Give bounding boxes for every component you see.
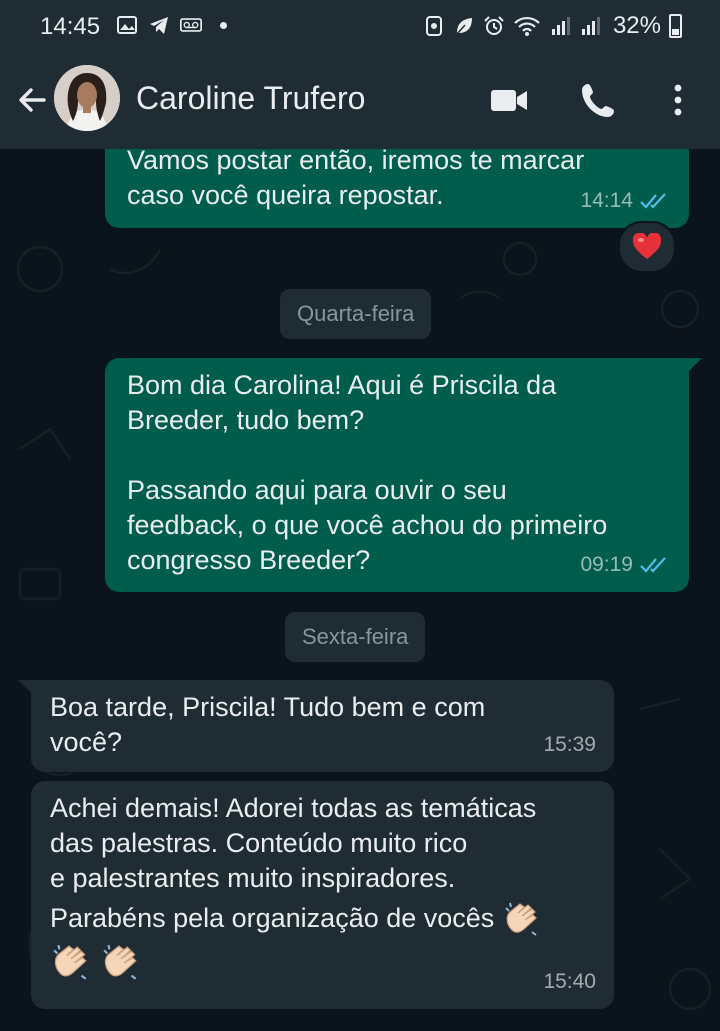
gallery-icon — [117, 16, 137, 34]
back-arrow-icon[interactable] — [14, 82, 50, 118]
status-time: 14:45 — [40, 13, 101, 40]
telegram-icon — [150, 17, 168, 34]
bubble-tail — [18, 680, 32, 694]
bubble-tail — [688, 358, 702, 372]
leaf-icon — [456, 18, 472, 35]
message-meta: 09:19 — [580, 547, 671, 582]
message-meta: 15:39 — [543, 727, 596, 762]
message-text-line: e palestrantes muito inspiradores. — [50, 863, 456, 893]
clapping-hands-icon — [53, 944, 87, 980]
message-time: 15:39 — [543, 733, 596, 756]
video-call-icon[interactable] — [488, 79, 530, 121]
system-icons: 32% — [423, 12, 682, 40]
message-time: 15:40 — [543, 970, 596, 993]
heart-reaction-icon — [632, 233, 662, 259]
message-bubble-incoming[interactable]: Achei demais! Adorei todas as temáticas … — [31, 781, 614, 1009]
date-separator: Quarta-feira — [280, 289, 432, 339]
message-meta: 14:14 — [580, 183, 671, 218]
message-time: 14:14 — [580, 189, 633, 212]
message-reaction[interactable] — [618, 221, 676, 273]
message-text-line-with-emoji: Parabéns pela organização de vocês — [50, 900, 592, 940]
read-receipt-icon — [640, 556, 666, 573]
clapping-hands-icon — [505, 902, 537, 936]
date-separator: Sexta-feira — [285, 612, 426, 662]
alarm-icon — [484, 16, 504, 35]
notification-icons — [116, 14, 227, 36]
contact-avatar[interactable] — [54, 65, 120, 131]
message-bubble-outgoing[interactable]: Bom dia Carolina! Aqui é Priscila da Bre… — [105, 358, 689, 592]
voice-call-icon[interactable] — [578, 79, 620, 121]
chat-area[interactable]: Vamos postar então, iremos te marcar cas… — [0, 149, 720, 1031]
more-options-icon[interactable] — [657, 79, 699, 121]
message-meta: 15:40 — [543, 964, 596, 999]
emoji-line — [50, 942, 592, 993]
screenshot-icon — [425, 16, 442, 36]
clapping-hands-icon — [102, 944, 137, 980]
message-text: Boa tarde, Priscila! Tudo bem e com você… — [50, 692, 486, 757]
message-bubble-outgoing[interactable]: Vamos postar então, iremos te marcar cas… — [105, 149, 689, 228]
battery-icon — [669, 14, 682, 38]
contact-name[interactable]: Caroline Trufero — [136, 80, 365, 117]
status-bar: 14:45 32% — [0, 0, 720, 52]
message-text-line: Parabéns pela organização de vocês — [50, 903, 495, 934]
message-text-line: Achei demais! Adorei todas as temáticas — [50, 793, 537, 823]
message-time: 09:19 — [580, 553, 633, 576]
chat-header: Caroline Trufero — [0, 52, 720, 149]
signal-1-icon — [551, 17, 570, 35]
voicemail-icon — [180, 18, 202, 32]
battery-percentage: 32% — [612, 12, 661, 39]
message-text-line: das palestras. Conteúdo muito rico — [50, 828, 468, 858]
wifi-icon — [514, 16, 540, 36]
read-receipt-icon — [640, 192, 666, 209]
more-notifications-dot — [220, 21, 227, 29]
message-bubble-incoming[interactable]: Boa tarde, Priscila! Tudo bem e com você… — [31, 680, 614, 772]
avatar-image — [54, 65, 120, 131]
signal-2-icon — [581, 17, 600, 35]
